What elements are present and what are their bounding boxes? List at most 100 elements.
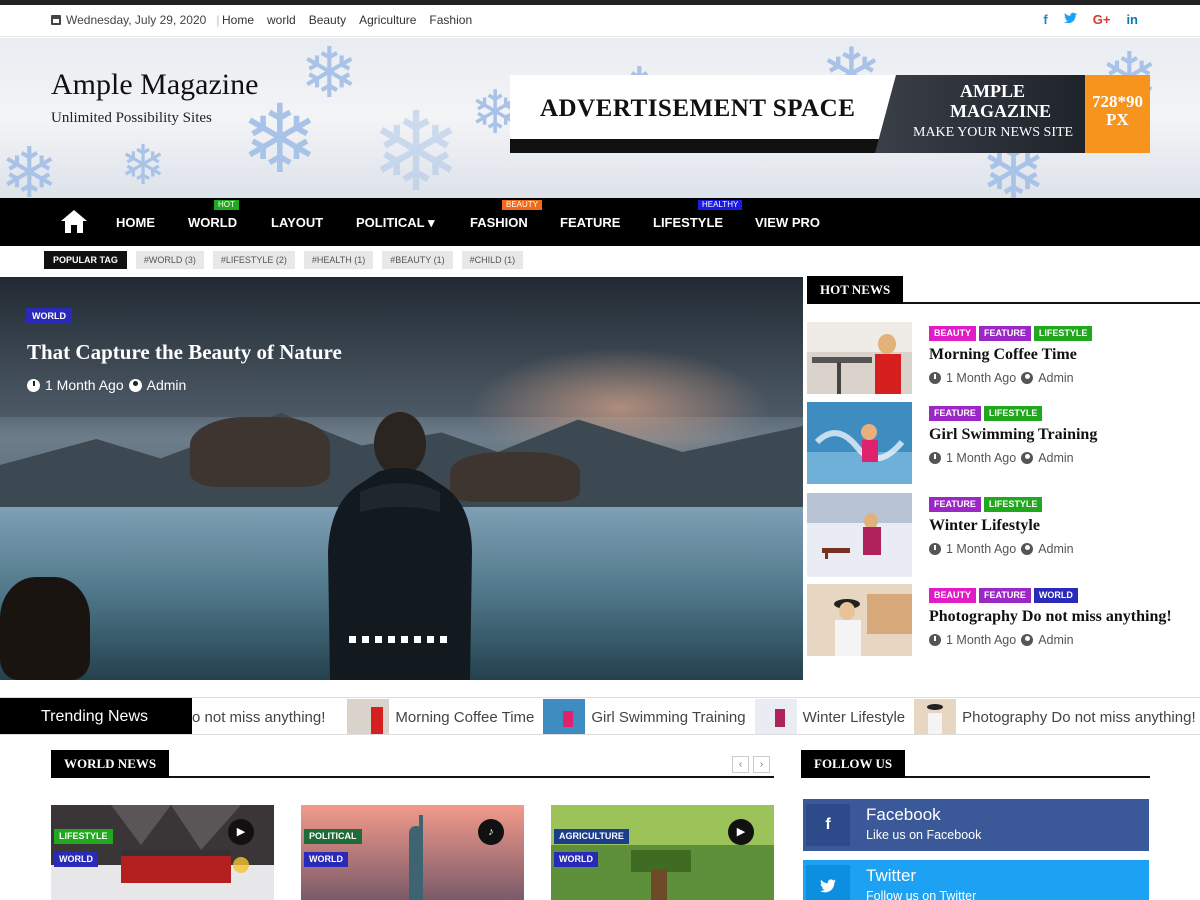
- main-navigation: HOME HOT WORLD LAYOUT POLITICAL ▾ BEAUTY…: [0, 198, 1200, 246]
- linkedin-icon[interactable]: in: [1126, 12, 1138, 27]
- slider-dot[interactable]: [375, 636, 382, 643]
- article-title[interactable]: Girl Swimming Training: [929, 426, 1097, 444]
- trending-item[interactable]: Girl Swimming Training: [543, 698, 746, 734]
- tag-health[interactable]: #HEALTH (1): [303, 251, 374, 269]
- category-badge[interactable]: LIFESTYLE: [54, 829, 113, 844]
- nav-world[interactable]: HOT WORLD: [188, 200, 239, 230]
- article-author[interactable]: Admin: [1038, 451, 1073, 465]
- article-title[interactable]: Morning Coffee Time: [929, 346, 1077, 364]
- category-badge[interactable]: LIFESTYLE: [1033, 326, 1093, 341]
- world-news-card[interactable]: LIFESTYLE WORLD ▶: [51, 805, 274, 900]
- article-time: 1 Month Ago: [946, 371, 1017, 385]
- category-badge[interactable]: AGRICULTURE: [554, 829, 629, 844]
- top-nav-home[interactable]: Home: [222, 13, 254, 27]
- category-badge[interactable]: BEAUTY: [929, 326, 977, 341]
- facebook-icon[interactable]: f: [1043, 12, 1047, 27]
- article-author[interactable]: Admin: [1038, 542, 1073, 556]
- slider-dot[interactable]: [388, 636, 395, 643]
- ad-headline: ADVERTISEMENT SPACE: [540, 95, 856, 122]
- hero-category-badge[interactable]: WORLD: [26, 308, 72, 324]
- slider-dot[interactable]: [440, 636, 447, 643]
- top-nav-fashion[interactable]: Fashion: [429, 13, 472, 27]
- nav-lifestyle[interactable]: HEALTHY LIFESTYLE: [653, 200, 743, 230]
- slider-dot[interactable]: [427, 636, 434, 643]
- hero-title[interactable]: That Capture the Beauty of Nature: [27, 340, 342, 365]
- social-subtext: Follow us on Twitter: [866, 889, 977, 900]
- ad-brand-line: MAGAZINE: [950, 101, 1052, 121]
- article-author[interactable]: Admin: [1038, 371, 1073, 385]
- twitter-icon[interactable]: [1063, 12, 1077, 27]
- article-title[interactable]: Photography Do not miss anything!: [929, 608, 1172, 626]
- video-icon: ▶: [228, 819, 254, 845]
- tag-world[interactable]: #WORLD (3): [135, 251, 204, 269]
- hero-time: 1 Month Ago: [45, 377, 124, 393]
- article-categories: BEAUTY FEATURE WORLD: [929, 588, 1078, 603]
- trending-item[interactable]: Winter Lifestyle: [754, 698, 905, 734]
- nav-layout[interactable]: LAYOUT: [271, 215, 323, 230]
- slider-dot[interactable]: [362, 636, 369, 643]
- social-links: f G+ in: [1043, 12, 1138, 27]
- category-badge[interactable]: FEATURE: [929, 497, 981, 512]
- article-categories: FEATURE LIFESTYLE: [929, 406, 1043, 421]
- nav-badge-hot: HOT: [214, 200, 239, 210]
- article-thumbnail[interactable]: [807, 493, 912, 577]
- top-nav-beauty[interactable]: Beauty: [309, 13, 346, 27]
- article-thumbnail[interactable]: [807, 402, 912, 484]
- carousel-prev-button[interactable]: ‹: [732, 756, 749, 773]
- nav-view-pro[interactable]: VIEW PRO: [755, 215, 820, 230]
- home-icon[interactable]: [59, 208, 89, 234]
- tag-child[interactable]: #CHILD (1): [461, 251, 524, 269]
- tag-beauty[interactable]: #BEAUTY (1): [382, 251, 453, 269]
- hot-news-item[interactable]: FEATURE LIFESTYLE Girl Swimming Training…: [807, 402, 1200, 484]
- category-badge[interactable]: WORLD: [54, 852, 98, 867]
- top-nav-agriculture[interactable]: Agriculture: [359, 13, 416, 27]
- trending-thumbnail: [347, 698, 390, 734]
- hero-author[interactable]: Admin: [147, 377, 187, 393]
- tag-lifestyle[interactable]: #LIFESTYLE (2): [212, 251, 295, 269]
- carousel-next-button[interactable]: ›: [753, 756, 770, 773]
- trending-item[interactable]: Photography Do not miss anything!: [914, 698, 1196, 734]
- category-badge[interactable]: LIFESTYLE: [983, 406, 1043, 421]
- follow-us-header: FOLLOW US: [801, 750, 1150, 778]
- category-badge[interactable]: FEATURE: [979, 588, 1031, 603]
- category-badge[interactable]: WORLD: [304, 852, 348, 867]
- top-nav-world[interactable]: world: [267, 13, 296, 27]
- slider-dot[interactable]: [414, 636, 421, 643]
- category-badge[interactable]: FEATURE: [929, 406, 981, 421]
- article-thumbnail[interactable]: [807, 584, 912, 656]
- trending-thumbnail: [754, 698, 797, 734]
- category-badge[interactable]: BEAUTY: [929, 588, 977, 603]
- clock-icon: [929, 634, 941, 646]
- article-categories: FEATURE LIFESTYLE: [929, 497, 1043, 512]
- category-badge[interactable]: LIFESTYLE: [983, 497, 1043, 512]
- advertisement-banner[interactable]: ADVERTISEMENT SPACE AMPLE MAGAZINE MAKE …: [510, 75, 1150, 153]
- nav-fashion[interactable]: BEAUTY FASHION: [470, 200, 543, 230]
- user-icon: [128, 378, 142, 392]
- world-news-card[interactable]: POLITICAL WORLD ♪: [301, 805, 524, 900]
- nav-home[interactable]: HOME: [116, 215, 155, 230]
- nav-feature[interactable]: FEATURE: [560, 215, 620, 230]
- hot-news-item[interactable]: BEAUTY FEATURE WORLD Photography Do not …: [807, 584, 1200, 664]
- slider-dot[interactable]: [401, 636, 408, 643]
- category-badge[interactable]: WORLD: [554, 852, 598, 867]
- google-plus-icon[interactable]: G+: [1093, 12, 1111, 27]
- clock-icon: [929, 372, 941, 384]
- slider-dot[interactable]: [349, 636, 356, 643]
- twitter-follow-card[interactable]: Twitter Follow us on Twitter: [803, 860, 1149, 900]
- article-title[interactable]: Winter Lifestyle: [929, 517, 1040, 535]
- article-meta: 1 Month Ago Admin: [929, 542, 1074, 556]
- category-badge[interactable]: FEATURE: [979, 326, 1031, 341]
- trending-item[interactable]: o not miss anything!: [192, 709, 325, 726]
- hero-slider[interactable]: WORLD That Capture the Beauty of Nature …: [0, 277, 803, 680]
- category-badge[interactable]: WORLD: [1033, 588, 1078, 603]
- hot-news-item[interactable]: BEAUTY FEATURE LIFESTYLE Morning Coffee …: [807, 322, 1200, 402]
- trending-item[interactable]: Morning Coffee Time: [347, 698, 534, 734]
- facebook-follow-card[interactable]: f Facebook Like us on Facebook: [803, 799, 1149, 851]
- world-news-card[interactable]: AGRICULTURE WORLD ▶: [551, 805, 774, 900]
- site-title[interactable]: Ample Magazine: [51, 68, 258, 102]
- hot-news-item[interactable]: FEATURE LIFESTYLE Winter Lifestyle 1 Mon…: [807, 493, 1200, 577]
- article-thumbnail[interactable]: [807, 322, 912, 394]
- article-author[interactable]: Admin: [1038, 633, 1073, 647]
- nav-political[interactable]: POLITICAL ▾: [356, 215, 435, 231]
- category-badge[interactable]: POLITICAL: [304, 829, 362, 844]
